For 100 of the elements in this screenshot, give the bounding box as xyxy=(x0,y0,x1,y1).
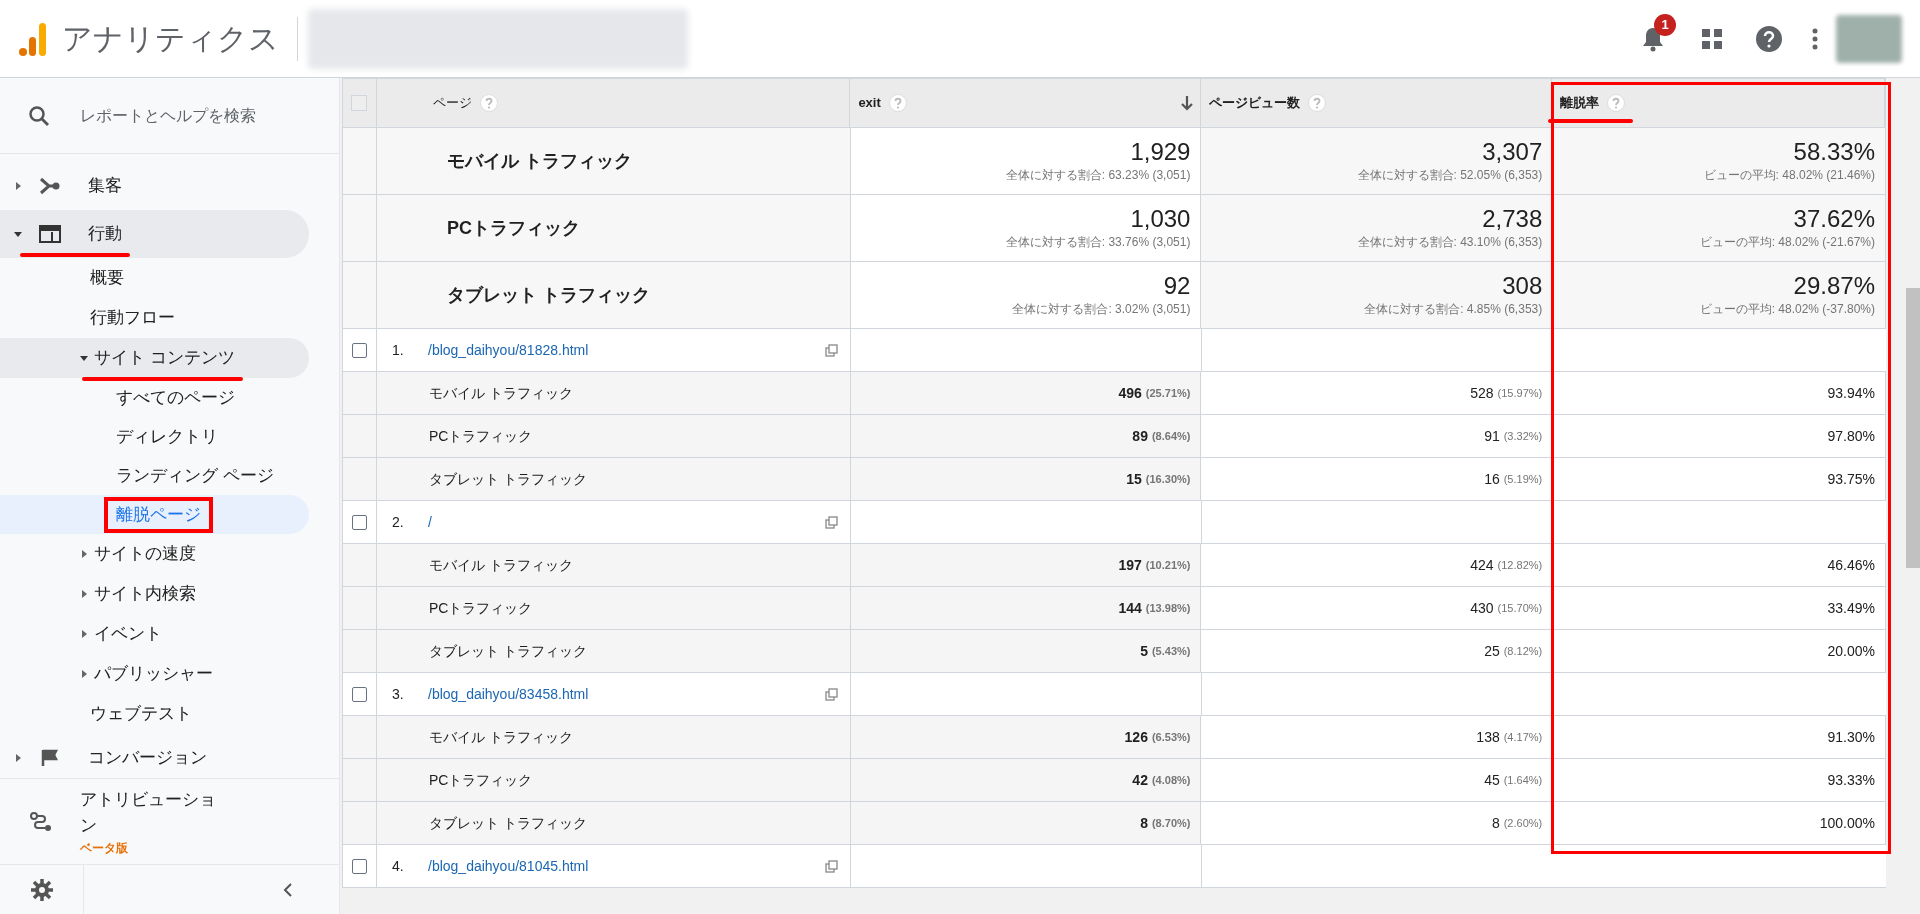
search-field[interactable]: レポートとヘルプを検索 xyxy=(80,103,320,128)
flag-icon xyxy=(41,749,59,767)
bounce-rate: 46.46% xyxy=(1827,555,1875,575)
header-cell[interactable]: 離脱率 xyxy=(1552,79,1885,127)
page-path-link[interactable]: /blog_daihyou/83458.html xyxy=(428,683,825,705)
nav-item[interactable]: コンバージョン xyxy=(0,734,309,778)
nav-label: ディレクトリ xyxy=(116,425,218,448)
caret-icon[interactable] xyxy=(80,590,88,598)
header-cell[interactable]: ページ xyxy=(376,79,851,127)
exit-percent: (16.30%) xyxy=(1145,471,1191,487)
metric-note: 全体に対する割合: 4.85% (6,353) xyxy=(1364,301,1543,318)
pageview-count: 16 xyxy=(1484,469,1500,489)
nav-label: 行動フロー xyxy=(90,307,175,330)
nav-subitem[interactable]: サイトの速度 xyxy=(0,534,309,574)
attribution-path-icon xyxy=(30,811,52,832)
page-path-link[interactable]: / xyxy=(428,511,825,533)
nav-subitem[interactable]: 行動フロー xyxy=(0,298,309,338)
select-all-checkbox[interactable] xyxy=(351,95,368,111)
page-path-link[interactable]: /blog_daihyou/81045.html xyxy=(428,855,825,877)
metric-note: 全体に対する割合: 33.76% (3,051) xyxy=(1005,234,1191,251)
help-icon[interactable] xyxy=(1756,25,1782,52)
row-index: 1. xyxy=(392,340,405,360)
nav-subitem[interactable]: サイト内検索 xyxy=(0,574,309,614)
segment-label: タブレット トラフィック xyxy=(429,641,587,661)
row-index: 3. xyxy=(392,684,405,704)
page-path-link[interactable]: /blog_daihyou/81828.html xyxy=(428,339,825,361)
pageview-count: 138 xyxy=(1476,727,1500,747)
pageview-percent: (2.60%) xyxy=(1503,815,1543,831)
nav-subitem[interactable]: ウェブテスト xyxy=(0,694,309,734)
exit-count: 8 xyxy=(1140,813,1148,833)
exit-count: 42 xyxy=(1132,770,1148,790)
metric-note: ビューの平均: 48.02% (-21.67%) xyxy=(1699,234,1875,251)
open-page-icon[interactable] xyxy=(825,343,838,357)
nav-label[interactable]: アトリビューション xyxy=(80,786,230,839)
beta-label: ベータ版 xyxy=(80,839,129,857)
exit-percent: (10.21%) xyxy=(1145,557,1191,573)
pageview-count: 45 xyxy=(1484,770,1500,790)
more-options-icon[interactable] xyxy=(1812,27,1818,50)
caret-icon[interactable] xyxy=(80,354,88,362)
segment-label: タブレット トラフィック xyxy=(429,469,587,489)
nav-subitem[interactable]: すべてのページ xyxy=(0,378,309,417)
bounce-rate: 93.75% xyxy=(1827,469,1875,489)
row-checkbox[interactable] xyxy=(352,858,367,874)
exit-count: 5 xyxy=(1140,641,1148,661)
nav-subitem[interactable]: パブリッシャー xyxy=(0,654,309,694)
pageview-count: 430 xyxy=(1470,598,1494,618)
exit-percent: (8.70%) xyxy=(1151,815,1191,831)
nav-label: 行動 xyxy=(88,223,122,246)
open-page-icon[interactable] xyxy=(825,515,838,529)
metric-note: 全体に対する割合: 3.02% (3,051) xyxy=(1012,301,1191,318)
scrollbar-thumb[interactable] xyxy=(1906,288,1920,568)
exit-count: 197 xyxy=(1118,555,1142,575)
sort-down-arrow-icon[interactable] xyxy=(1179,95,1194,111)
column-header-label: exit xyxy=(858,94,881,113)
exit-count: 144 xyxy=(1118,598,1142,618)
row-checkbox[interactable] xyxy=(352,514,367,530)
caret-icon[interactable] xyxy=(14,182,22,190)
exit-percent: (8.64%) xyxy=(1151,428,1191,444)
exit-count: 126 xyxy=(1124,727,1148,747)
header-cell[interactable]: ページビュー数 xyxy=(1200,79,1553,127)
metric-total: 58.33% xyxy=(1793,138,1875,166)
exit-count: 496 xyxy=(1118,383,1142,403)
nav-item[interactable]: 集客 xyxy=(0,162,309,210)
caret-icon[interactable] xyxy=(80,670,88,678)
header-cell[interactable]: exit xyxy=(850,79,1201,127)
nav-subitem[interactable]: イベント xyxy=(0,614,309,654)
segment-label: モバイル トラフィック xyxy=(429,727,573,747)
nav-subitem[interactable]: ランディング ページ xyxy=(0,456,309,495)
column-header-label: ページビュー数 xyxy=(1208,94,1300,113)
nav-label: イベント xyxy=(94,623,162,646)
segment-label: PCトラフィック xyxy=(429,598,533,618)
open-page-icon[interactable] xyxy=(825,859,838,873)
row-checkbox[interactable] xyxy=(352,686,367,702)
open-page-icon[interactable] xyxy=(825,687,838,701)
caret-icon[interactable] xyxy=(14,754,22,762)
nav-item[interactable]: 行動 xyxy=(0,210,309,258)
row-checkbox[interactable] xyxy=(352,342,367,358)
pageview-percent: (1.64%) xyxy=(1503,772,1543,788)
settings-icon[interactable] xyxy=(30,878,53,901)
nav-subitem[interactable]: サイト コンテンツ xyxy=(0,338,309,378)
caret-icon[interactable] xyxy=(80,550,88,558)
nav-label: ランディング ページ xyxy=(116,464,274,487)
exit-count: 15 xyxy=(1126,469,1142,489)
exit-percent: (5.43%) xyxy=(1151,643,1191,659)
metric-total: 308 xyxy=(1502,272,1543,300)
pageview-count: 528 xyxy=(1470,383,1494,403)
metric-total: 92 xyxy=(1163,272,1191,300)
metric-note: ビューの平均: 48.02% (21.46%) xyxy=(1703,167,1875,184)
nav-subitem[interactable]: 概要 xyxy=(0,258,309,298)
apps-grid-icon[interactable] xyxy=(1702,28,1722,49)
nav-subitem[interactable]: 離脱ページ xyxy=(0,495,309,534)
notification-bell-icon[interactable] xyxy=(1642,25,1664,52)
pageview-count: 25 xyxy=(1484,641,1500,661)
nav-label: パブリッシャー xyxy=(94,663,213,686)
caret-icon[interactable] xyxy=(80,630,88,638)
metric-note: 全体に対する割合: 63.23% (3,051) xyxy=(1005,167,1191,184)
collapse-chevron-icon[interactable] xyxy=(283,881,293,898)
caret-icon[interactable] xyxy=(14,230,22,238)
nav-subitem[interactable]: ディレクトリ xyxy=(0,417,309,456)
segment-label: モバイル トラフィック xyxy=(429,555,573,575)
